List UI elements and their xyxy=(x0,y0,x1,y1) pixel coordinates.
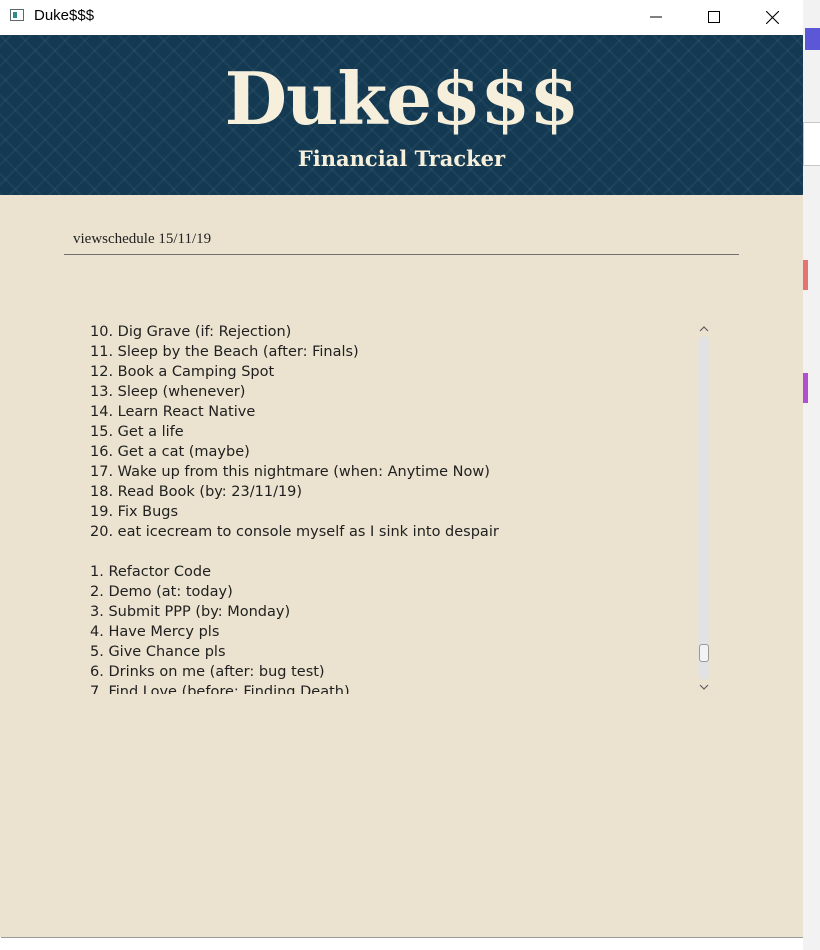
title-bar[interactable]: Duke$$$ xyxy=(0,0,803,34)
background-panel xyxy=(803,122,820,166)
maximize-icon xyxy=(708,11,720,23)
minimize-button[interactable] xyxy=(627,0,685,34)
output-line: 19. Fix Bugs xyxy=(90,504,179,520)
output-line: 5. Give Chance pls xyxy=(90,644,226,660)
background-purple-marker xyxy=(803,373,808,403)
output-line: 17. Wake up from this nightmare (when: A… xyxy=(90,464,490,480)
output-line: 12. Book a Camping Spot xyxy=(90,364,275,380)
main-content: 10. Dig Grave (if: Rejection) 11. Sleep b… xyxy=(0,195,803,937)
scroll-thumb[interactable] xyxy=(699,644,709,662)
output-line: 18. Read Book (by: 23/11/19) xyxy=(90,484,303,500)
brand-subtitle: Financial Tracker xyxy=(297,146,506,171)
chevron-up-icon xyxy=(699,326,709,332)
background-app-icon xyxy=(805,28,820,50)
output-line: 15. Get a life xyxy=(90,424,184,440)
output-line: 14. Learn React Native xyxy=(90,404,256,420)
output-line: 4. Have Mercy pls xyxy=(90,624,220,640)
output-line: 3. Submit PPP (by: Monday) xyxy=(90,604,291,620)
app-icon xyxy=(10,9,24,21)
output-line: 16. Get a cat (maybe) xyxy=(90,444,250,460)
window-title: Duke$$$ xyxy=(34,7,95,24)
scroll-up-button[interactable] xyxy=(696,322,712,336)
background-window xyxy=(803,0,820,950)
header-banner: Duke$$$ Financial Tracker xyxy=(0,35,803,195)
output-line: 2. Demo (at: today) xyxy=(90,584,233,600)
brand-title: Duke$$$ xyxy=(224,56,580,141)
chevron-down-icon xyxy=(699,684,709,690)
output-line: 11. Sleep by the Beach (after: Finals) xyxy=(90,344,359,360)
scroll-track[interactable] xyxy=(698,336,710,680)
output-line: 10. Dig Grave (if: Rejection) xyxy=(90,324,292,340)
output-line: 6. Drinks on me (after: bug test) xyxy=(90,664,325,680)
background-red-marker xyxy=(803,260,808,290)
scroll-down-button[interactable] xyxy=(696,680,712,694)
maximize-button[interactable] xyxy=(685,0,743,34)
command-input[interactable] xyxy=(64,225,739,255)
close-icon xyxy=(765,10,779,24)
output-line: 13. Sleep (whenever) xyxy=(90,384,246,400)
output-line: 20. eat icecream to console myself as I … xyxy=(90,524,499,540)
output-panel: 10. Dig Grave (if: Rejection) 11. Sleep b… xyxy=(84,322,714,694)
close-button[interactable] xyxy=(743,0,801,34)
app-window: Duke$$$ Duke$$$ Financial Tracker 10. Di… xyxy=(0,0,803,937)
vertical-scrollbar[interactable] xyxy=(696,322,712,694)
minimize-icon xyxy=(650,16,662,18)
output-text: 10. Dig Grave (if: Rejection) 11. Sleep b… xyxy=(90,322,686,694)
output-line: 1. Refactor Code xyxy=(90,564,211,580)
output-line: 7. Find Love (before: Finding Death) xyxy=(90,684,350,694)
